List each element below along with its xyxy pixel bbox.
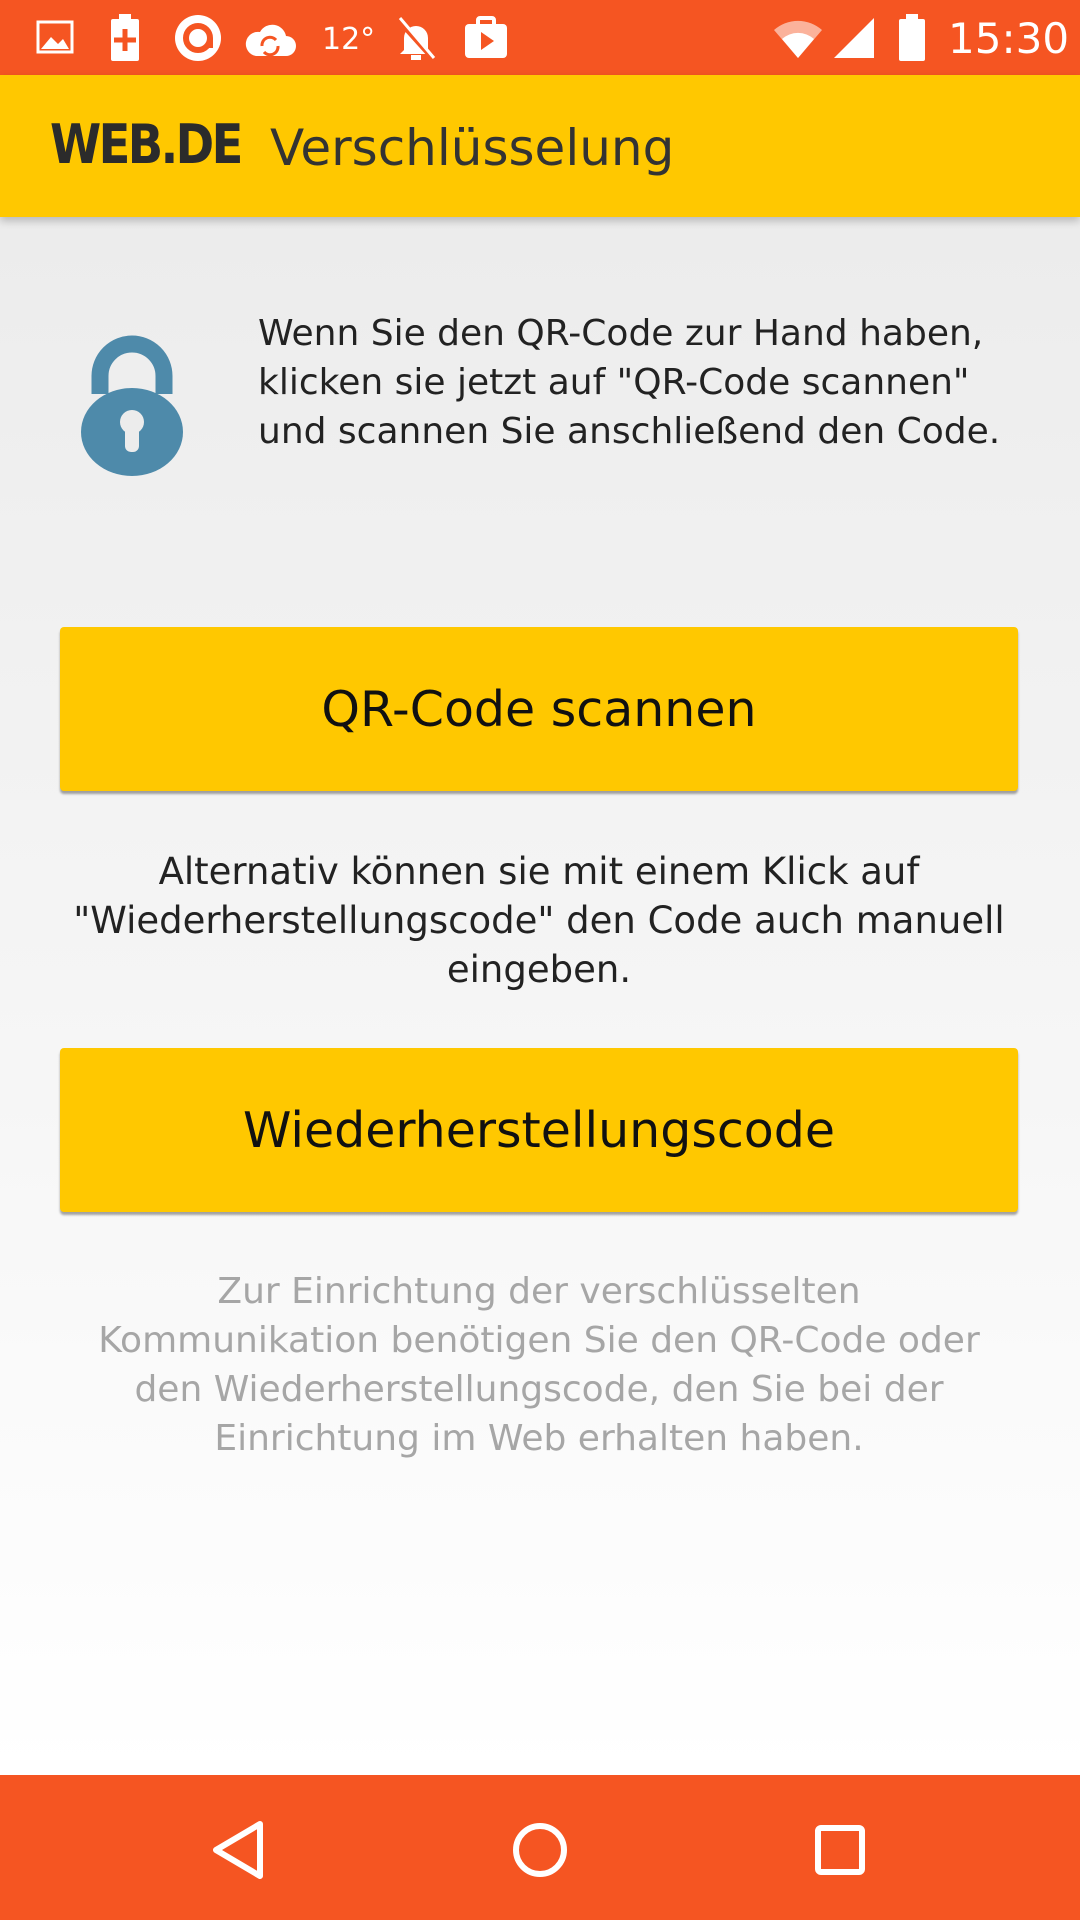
recovery-code-button[interactable]: Wiederherstellungscode bbox=[60, 1048, 1018, 1212]
hint-text: Zur Einrichtung der verschlüsselten Komm… bbox=[98, 1271, 980, 1459]
lock-icon bbox=[80, 332, 184, 483]
intro-text: Wenn Sie den QR-Code zur Hand haben, kli… bbox=[258, 313, 1001, 452]
status-bar: 12° 15:30 bbox=[0, 0, 1080, 75]
back-icon[interactable] bbox=[200, 1810, 280, 1890]
app-at-icon bbox=[172, 12, 224, 64]
cloud-sync-icon bbox=[242, 12, 298, 64]
cell-signal-icon bbox=[832, 12, 876, 64]
page-title: Verschlüsselung bbox=[270, 119, 675, 177]
alternative-text: Alternativ können sie mit einem Klick au… bbox=[73, 850, 1005, 991]
scan-qr-code-button[interactable]: QR-Code scannen bbox=[60, 627, 1018, 791]
wifi-icon bbox=[772, 12, 824, 64]
alarm-off-icon bbox=[394, 12, 438, 64]
main-content: Wenn Sie den QR-Code zur Hand haben, kli… bbox=[0, 217, 1080, 1775]
app-bar: WEB.DE Verschlüsselung bbox=[0, 75, 1080, 217]
temperature-text: 12° bbox=[322, 22, 376, 57]
briefcase-play-icon bbox=[462, 12, 510, 64]
webde-logo: WEB.DE bbox=[50, 113, 243, 176]
clock-text: 15:30 bbox=[948, 14, 1070, 63]
image-icon bbox=[36, 12, 74, 64]
home-icon[interactable] bbox=[500, 1810, 580, 1890]
recents-icon[interactable] bbox=[800, 1810, 880, 1890]
battery-plus-icon bbox=[108, 12, 142, 64]
navigation-bar bbox=[0, 1775, 1080, 1920]
battery-icon bbox=[896, 12, 928, 64]
